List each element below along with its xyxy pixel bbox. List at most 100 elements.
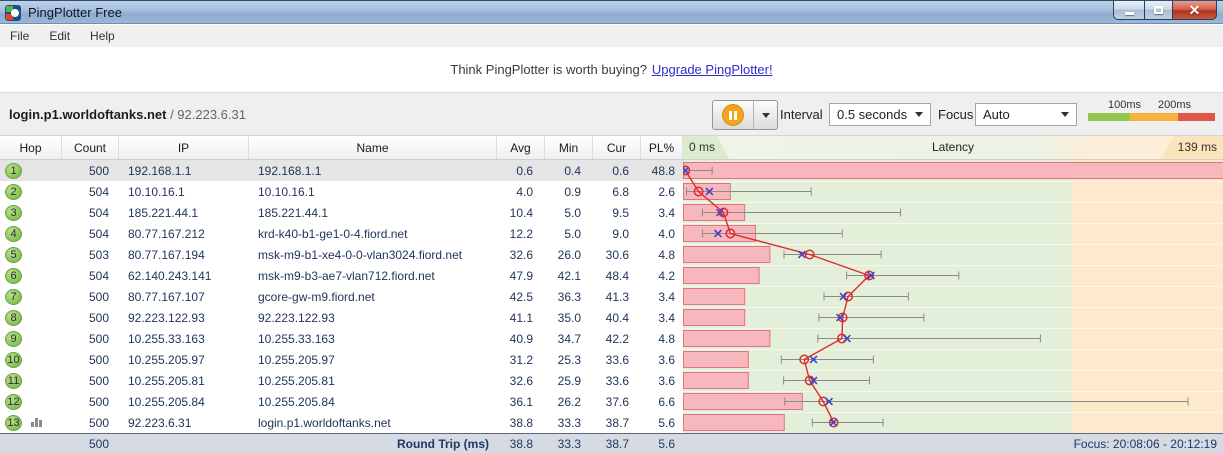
hop-number-badge: 10: [5, 351, 22, 368]
pl-cell: 5.6: [658, 415, 675, 430]
avg-cell: 0.6: [516, 163, 533, 178]
min-cell: 35.0: [557, 310, 581, 325]
avg-cell: 31.2: [509, 352, 533, 367]
menu-item-file[interactable]: File: [0, 26, 39, 46]
minimize-icon: [1124, 11, 1134, 15]
count-cell: 500: [88, 415, 109, 430]
hop-cell: 2: [0, 181, 62, 202]
hop-number-badge: 6: [5, 267, 22, 284]
ip-cell: 92.223.122.93: [128, 310, 205, 325]
hop-number-badge: 12: [5, 393, 22, 410]
hop-number-badge: 7: [5, 288, 22, 305]
pl-cell: 3.4: [658, 205, 675, 220]
legend-segment-0: [1088, 113, 1130, 121]
name-cell: 10.255.205.97: [258, 352, 335, 367]
cur-cell: 0.6: [612, 163, 629, 178]
restore-icon: [1154, 6, 1163, 14]
avg-cell: 47.9: [509, 268, 533, 283]
interval-label: Interval: [780, 107, 823, 122]
ip-cell: 10.10.16.1: [128, 184, 185, 199]
pl-cell: 6.6: [658, 394, 675, 409]
window-title: PingPlotter Free: [28, 5, 122, 20]
min-cell: 25.3: [557, 352, 581, 367]
cur-cell: 33.6: [605, 373, 629, 388]
pl-cell: 3.6: [658, 352, 675, 367]
focus-select[interactable]: Auto: [975, 103, 1077, 126]
upgrade-link[interactable]: Upgrade PingPlotter!: [652, 62, 773, 77]
count-cell: 500: [88, 373, 109, 388]
legend-100ms-label: 100ms: [1108, 99, 1142, 111]
upgrade-banner-text: Think PingPlotter is worth buying?: [450, 62, 647, 77]
name-cell: gcore-gw-m9.fiord.net: [258, 289, 375, 304]
column-header-avg[interactable]: Avg: [497, 136, 545, 159]
ip-cell: 80.77.167.194: [128, 247, 205, 262]
name-cell: login.p1.worldoftanks.net: [258, 415, 391, 430]
count-cell: 504: [88, 184, 109, 199]
min-cell: 26.0: [557, 247, 581, 262]
column-header-hop[interactable]: Hop: [0, 136, 62, 159]
latency-graph: [683, 160, 1223, 433]
summary-count: 500: [88, 436, 109, 451]
pause-split-button[interactable]: [712, 100, 778, 130]
app-icon: [5, 5, 21, 21]
cur-cell: 38.7: [605, 415, 629, 430]
column-header-min[interactable]: Min: [545, 136, 593, 159]
summary-min: 33.3: [557, 436, 581, 451]
avg-cell: 32.6: [509, 373, 533, 388]
close-button[interactable]: ✕: [1173, 1, 1217, 20]
column-header-count[interactable]: Count: [62, 136, 119, 159]
chevron-down-icon: [1061, 112, 1069, 117]
min-cell: 5.0: [564, 226, 581, 241]
pl-cell: 4.8: [658, 331, 675, 346]
latency-column-header[interactable]: 0 ms Latency 139 ms: [683, 136, 1223, 159]
focus-label: Focus: [938, 107, 974, 122]
min-cell: 33.3: [557, 415, 581, 430]
focus-time-range: Focus: 20:08:06 - 20:12:19: [1073, 436, 1217, 451]
cur-cell: 48.4: [605, 268, 629, 283]
name-cell: 92.223.122.93: [258, 310, 335, 325]
menu-item-help[interactable]: Help: [80, 26, 125, 46]
hop-number-badge: 9: [5, 330, 22, 347]
cur-cell: 30.6: [605, 247, 629, 262]
min-cell: 0.4: [564, 163, 581, 178]
min-cell: 26.2: [557, 394, 581, 409]
hop-number-badge: 2: [5, 183, 22, 200]
hop-cell: 4: [0, 223, 62, 244]
min-cell: 34.7: [557, 331, 581, 346]
interval-select[interactable]: 0.5 seconds: [829, 103, 931, 126]
hop-cell: 3: [0, 202, 62, 223]
column-header-pl[interactable]: PL%: [641, 136, 683, 159]
chevron-down-icon: [761, 112, 770, 118]
avg-cell: 40.9: [509, 331, 533, 346]
hop-cell: 11: [0, 370, 62, 391]
pl-cell: 3.6: [658, 373, 675, 388]
pause-button[interactable]: [713, 101, 754, 129]
menu-item-edit[interactable]: Edit: [39, 26, 80, 46]
hop-cell: 7: [0, 286, 62, 307]
count-cell: 504: [88, 205, 109, 220]
column-header-ip[interactable]: IP: [119, 136, 249, 159]
ip-cell: 192.168.1.1: [128, 163, 192, 178]
hop-cell: 5: [0, 244, 62, 265]
pause-dropdown-button[interactable]: [754, 101, 777, 129]
cur-cell: 9.5: [612, 205, 629, 220]
title-bar[interactable]: PingPlotter Free ✕: [0, 0, 1223, 24]
trace-target: login.p1.worldoftanks.net / 92.223.6.31: [9, 107, 246, 122]
legend-segment-1: [1130, 113, 1178, 121]
hop-cell: 1: [0, 160, 62, 181]
name-cell: 10.255.205.81: [258, 373, 335, 388]
column-header-name[interactable]: Name: [249, 136, 497, 159]
cur-cell: 33.6: [605, 352, 629, 367]
column-header-cur[interactable]: Cur: [593, 136, 641, 159]
restore-button[interactable]: [1144, 1, 1173, 20]
upgrade-banner: Think PingPlotter is worth buying? Upgra…: [0, 47, 1223, 92]
cur-cell: 37.6: [605, 394, 629, 409]
name-cell: 192.168.1.1: [258, 163, 322, 178]
close-icon: ✕: [1188, 2, 1201, 18]
min-cell: 36.3: [557, 289, 581, 304]
cur-cell: 41.3: [605, 289, 629, 304]
hop-number-badge: 4: [5, 225, 22, 242]
minimize-button[interactable]: [1113, 1, 1144, 20]
interval-value: 0.5 seconds: [837, 107, 908, 122]
timeline-graph-icon[interactable]: [31, 418, 42, 427]
